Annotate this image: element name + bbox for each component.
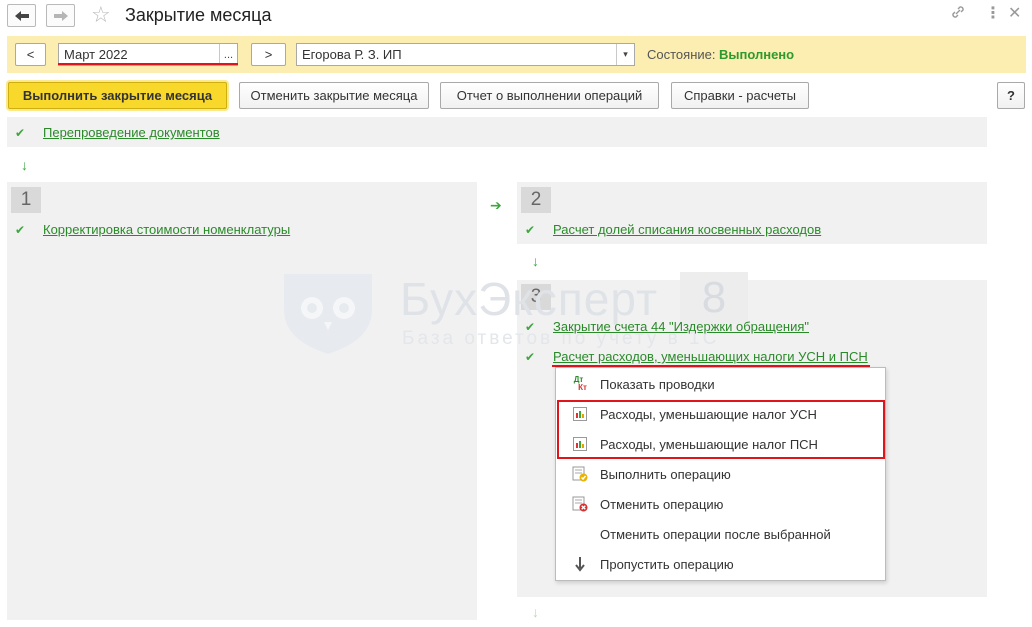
reference-calculations-button[interactable]: Справки - расчеты: [671, 82, 809, 109]
menu-item-skip-operation[interactable]: Пропустить операцию: [556, 549, 885, 579]
right-arrow-icon: ➔: [490, 197, 502, 213]
watermark-title: БухЭксперт: [400, 273, 659, 325]
period-value: Март 2022: [64, 47, 128, 62]
arrow-left-icon: [14, 10, 29, 21]
menu-item-label: Отменить операции после выбранной: [600, 526, 831, 542]
cancel-op-icon: [572, 496, 588, 512]
cost-adjustment-link[interactable]: Корректировка стоимости номенклатуры: [43, 222, 290, 237]
indirect-costs-share-link[interactable]: Расчет долей списания косвенных расходов: [553, 222, 821, 237]
step-2-number: 2: [521, 187, 551, 213]
menu-highlight-box: [557, 400, 885, 459]
menu-item-label: Показать проводки: [600, 376, 715, 392]
step-1-number: 1: [11, 187, 41, 213]
operations-report-button[interactable]: Отчет о выполнении операций: [440, 82, 659, 109]
organization-field[interactable]: Егорова Р. З. ИП ▾: [296, 43, 635, 66]
step-1-panel: [7, 182, 477, 620]
menu-item-cancel-operation[interactable]: Отменить операцию: [556, 489, 885, 519]
watermark-owl-logo: [280, 270, 376, 359]
close-icon[interactable]: ✕: [1008, 4, 1021, 24]
menu-item-label: Выполнить операцию: [600, 466, 731, 482]
skip-arrow-icon: [572, 556, 588, 572]
execute-op-icon: [572, 466, 588, 482]
tax-expenses-calculation-link[interactable]: Расчет расходов, уменьшающих налоги УСН …: [553, 349, 868, 364]
menu-item-label: Отменить операцию: [600, 496, 724, 512]
period-select-button[interactable]: ...: [219, 44, 237, 65]
execute-month-close-button[interactable]: Выполнить закрытие месяца: [8, 82, 227, 109]
check-icon: ✔: [525, 223, 536, 237]
menu-item-cancel-after-selected[interactable]: Отменить операции после выбранной: [556, 519, 885, 549]
page-title: Закрытие месяца: [125, 5, 272, 25]
back-button[interactable]: [7, 4, 36, 27]
dt-kt-icon: Дт Кт: [573, 375, 587, 392]
forward-button[interactable]: [46, 4, 75, 27]
favorite-star-icon[interactable]: ☆: [91, 3, 111, 27]
menu-item-execute-operation[interactable]: Выполнить операцию: [556, 459, 885, 489]
more-options-icon[interactable]: ⋮: [985, 4, 1001, 24]
check-icon: ✔: [15, 223, 26, 237]
down-arrow-icon: ↓: [532, 253, 539, 269]
arrow-right-icon: [53, 10, 68, 21]
prev-period-button[interactable]: <: [15, 43, 46, 66]
check-icon: ✔: [525, 350, 536, 364]
status-badge: Выполнено: [719, 47, 795, 62]
menu-item-show-postings[interactable]: Дт Кт Показать проводки: [556, 369, 885, 399]
help-button[interactable]: ?: [997, 82, 1025, 109]
next-period-button[interactable]: >: [251, 43, 286, 66]
cancel-month-close-button[interactable]: Отменить закрытие месяца: [239, 82, 429, 109]
watermark-badge: 8: [680, 272, 748, 324]
period-highlight-underline: [58, 63, 238, 65]
check-icon: ✔: [15, 126, 26, 140]
organization-value: Егорова Р. З. ИП: [302, 47, 402, 62]
status-label: Состояние:: [647, 47, 716, 62]
check-icon: ✔: [525, 320, 536, 334]
chevron-down-icon[interactable]: ▾: [616, 44, 634, 65]
reposting-documents-link[interactable]: Перепроведение документов: [43, 125, 220, 140]
close-account-44-link[interactable]: Закрытие счета 44 "Издержки обращения": [553, 319, 809, 334]
menu-item-label: Пропустить операцию: [600, 556, 734, 572]
down-arrow-icon: ↓: [21, 157, 28, 173]
down-arrow-icon: ↓: [532, 604, 539, 620]
link-icon[interactable]: [950, 4, 966, 26]
